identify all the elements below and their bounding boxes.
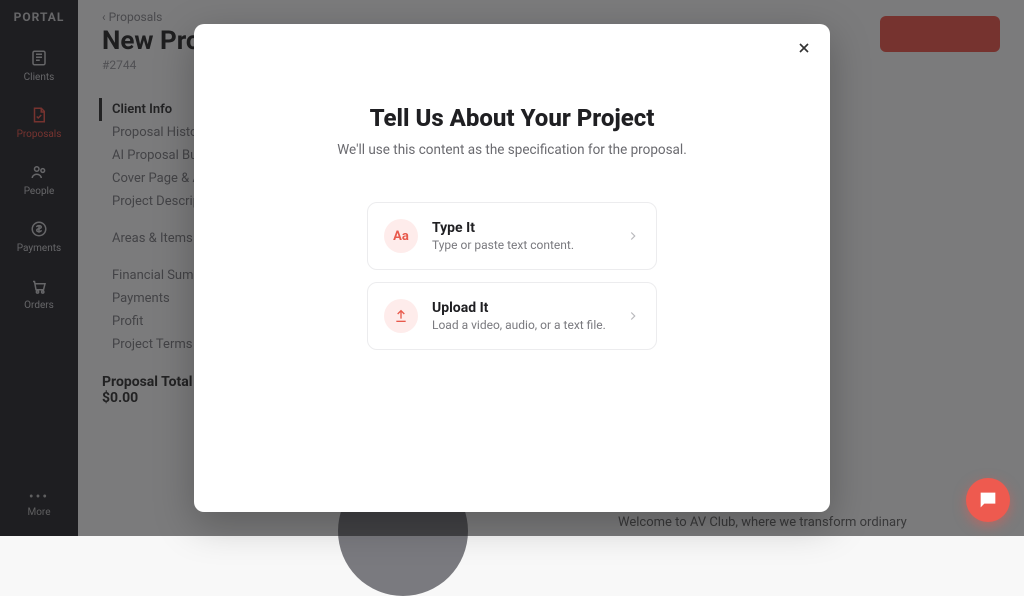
type-icon: Aa — [384, 219, 418, 253]
modal-overlay[interactable]: Tell Us About Your Project We'll use thi… — [0, 0, 1024, 536]
close-button[interactable] — [796, 40, 812, 56]
modal-title: Tell Us About Your Project — [234, 104, 790, 132]
help-chat-button[interactable] — [966, 478, 1010, 522]
choice-upload-it[interactable]: Upload It Load a video, audio, or a text… — [367, 282, 657, 350]
chevron-right-icon — [626, 229, 640, 243]
modal-subtitle: We'll use this content as the specificat… — [234, 142, 790, 158]
choice-desc: Load a video, audio, or a text file. — [432, 318, 612, 332]
choice-title: Upload It — [432, 300, 612, 316]
chevron-right-icon — [626, 309, 640, 323]
choice-desc: Type or paste text content. — [432, 238, 612, 252]
upload-icon — [384, 299, 418, 333]
chat-icon — [977, 489, 999, 511]
modal-choices: Aa Type It Type or paste text content. U… — [234, 202, 790, 350]
close-icon — [796, 40, 812, 56]
choice-title: Type It — [432, 220, 612, 236]
project-input-modal: Tell Us About Your Project We'll use thi… — [194, 24, 830, 512]
choice-type-it[interactable]: Aa Type It Type or paste text content. — [367, 202, 657, 270]
